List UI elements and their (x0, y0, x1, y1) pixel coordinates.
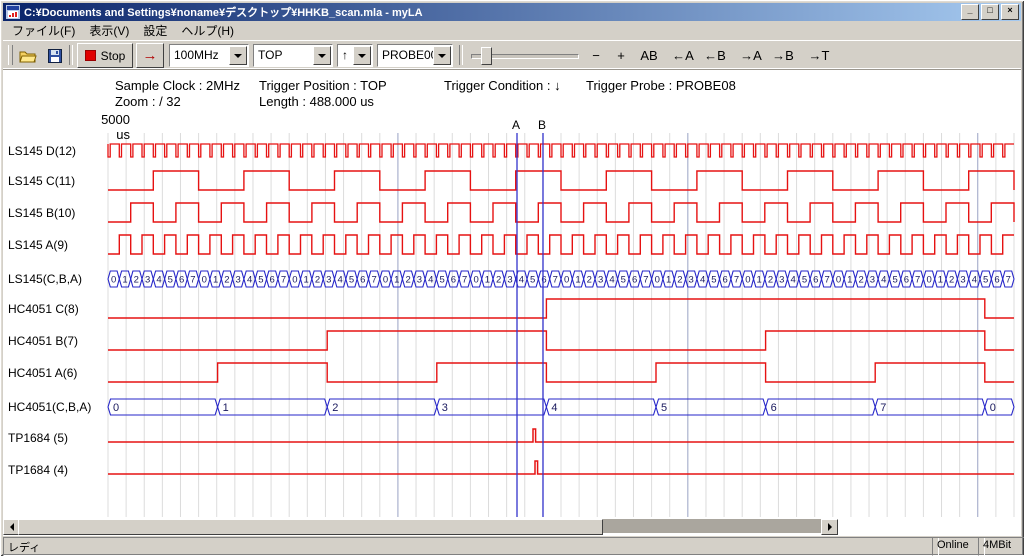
menu-file[interactable]: ファイル(F) (5, 20, 82, 41)
channel-label: TP1684 (5) (8, 431, 68, 445)
trigger-position-select[interactable]: TOP (253, 44, 333, 67)
info-sample-clock: Sample Clock : 2MHz (115, 78, 240, 93)
trigger-edge-value: ↑ (342, 48, 348, 62)
stop-label: Stop (101, 49, 126, 63)
channel-label: HC4051 C(8) (8, 302, 79, 316)
dropdown-arrow-icon[interactable] (433, 46, 451, 65)
zoom-in-button[interactable]: + (611, 44, 631, 66)
info-trigger-condition: Trigger Condition : ↓ (444, 78, 561, 93)
toolbar-separator (69, 45, 73, 65)
run-arrow-icon: → (143, 47, 158, 64)
info-length: Length : 488.000 us (259, 94, 374, 109)
horizontal-scrollbar[interactable] (3, 519, 838, 533)
status-ready: レディ (3, 537, 939, 556)
app-window: C:¥Documents and Settings¥noname¥デスクトップ¥… (0, 0, 1024, 556)
status-memory: 4MBit (978, 537, 1024, 556)
sample-clock-select[interactable]: 100MHz (169, 44, 249, 67)
open-file-button[interactable] (14, 43, 41, 68)
channel-label: HC4051(C,B,A) (8, 400, 91, 414)
run-button[interactable]: → (136, 43, 164, 68)
trigger-position-value: TOP (258, 48, 282, 62)
maximize-button[interactable]: □ (981, 4, 999, 20)
channel-label: LS145 B(10) (8, 206, 75, 220)
channel-label: LS145 A(9) (8, 238, 68, 252)
waveform-panel[interactable] (3, 68, 1021, 536)
time-per-division: 5000 us (84, 112, 130, 142)
goto-trigger-button[interactable]: →T (805, 44, 833, 66)
stop-icon (85, 50, 96, 61)
ab-button[interactable]: AB (636, 44, 662, 66)
scroll-left-icon (10, 523, 14, 531)
statusbar: レディ Online 4MBit (3, 536, 1021, 553)
dropdown-arrow-icon[interactable] (313, 46, 331, 65)
dropdown-arrow-icon[interactable] (229, 46, 247, 65)
info-zoom: Zoom : / 32 (115, 94, 181, 109)
toolbar: Stop → 100MHz TOP ↑ PROBE00 − + AB ←A (3, 40, 1021, 70)
goto-cursor-a-button[interactable]: ←A (669, 44, 697, 66)
scroll-right-icon (828, 523, 832, 531)
trigger-probe-select[interactable]: PROBE00 (377, 44, 453, 67)
menu-view[interactable]: 表示(V) (82, 20, 136, 41)
trigger-probe-value: PROBE00 (382, 48, 437, 62)
channel-label: HC4051 A(6) (8, 366, 77, 380)
close-button[interactable]: × (1001, 4, 1019, 20)
set-cursor-a-button[interactable]: →A (737, 44, 765, 66)
dropdown-arrow-icon[interactable] (353, 46, 371, 65)
menubar: ファイル(F) 表示(V) 設定 ヘルプ(H) (3, 21, 1021, 40)
set-cursor-b-button[interactable]: →B (769, 44, 797, 66)
channel-label: HC4051 B(7) (8, 334, 78, 348)
zoom-out-button[interactable]: − (586, 44, 606, 66)
goto-cursor-b-button[interactable]: ←B (701, 44, 729, 66)
minimize-button[interactable]: _ (961, 4, 979, 20)
window-controls: _ □ × (961, 4, 1019, 20)
toolbar-grip[interactable] (8, 45, 13, 65)
cursor-label-a[interactable]: A (512, 118, 520, 132)
channel-label: LS145 C(11) (8, 174, 75, 188)
trigger-edge-select[interactable]: ↑ (337, 44, 373, 67)
info-trigger-probe: Trigger Probe : PROBE08 (586, 78, 736, 93)
slider-thumb[interactable] (481, 47, 492, 65)
sample-clock-value: 100MHz (174, 48, 219, 62)
channel-label: TP1684 (4) (8, 463, 68, 477)
scroll-right-button[interactable] (821, 519, 838, 535)
open-folder-icon (19, 49, 37, 63)
app-icon (6, 5, 20, 19)
menu-help[interactable]: ヘルプ(H) (174, 20, 241, 41)
cursor-label-b[interactable]: B (538, 118, 546, 132)
save-button[interactable] (41, 43, 68, 68)
info-trigger-position: Trigger Position : TOP (259, 78, 387, 93)
window-title: C:¥Documents and Settings¥noname¥デスクトップ¥… (24, 4, 961, 20)
titlebar[interactable]: C:¥Documents and Settings¥noname¥デスクトップ¥… (3, 3, 1021, 21)
zoom-slider[interactable] (471, 46, 579, 64)
channel-label: LS145(C,B,A) (8, 272, 82, 286)
menu-settings[interactable]: 設定 (136, 20, 174, 41)
stop-button[interactable]: Stop (77, 43, 133, 68)
channel-label: LS145 D(12) (8, 144, 76, 158)
toolbar-separator (459, 45, 463, 65)
floppy-disk-icon (48, 49, 62, 63)
scrollbar-thumb[interactable] (18, 519, 603, 535)
